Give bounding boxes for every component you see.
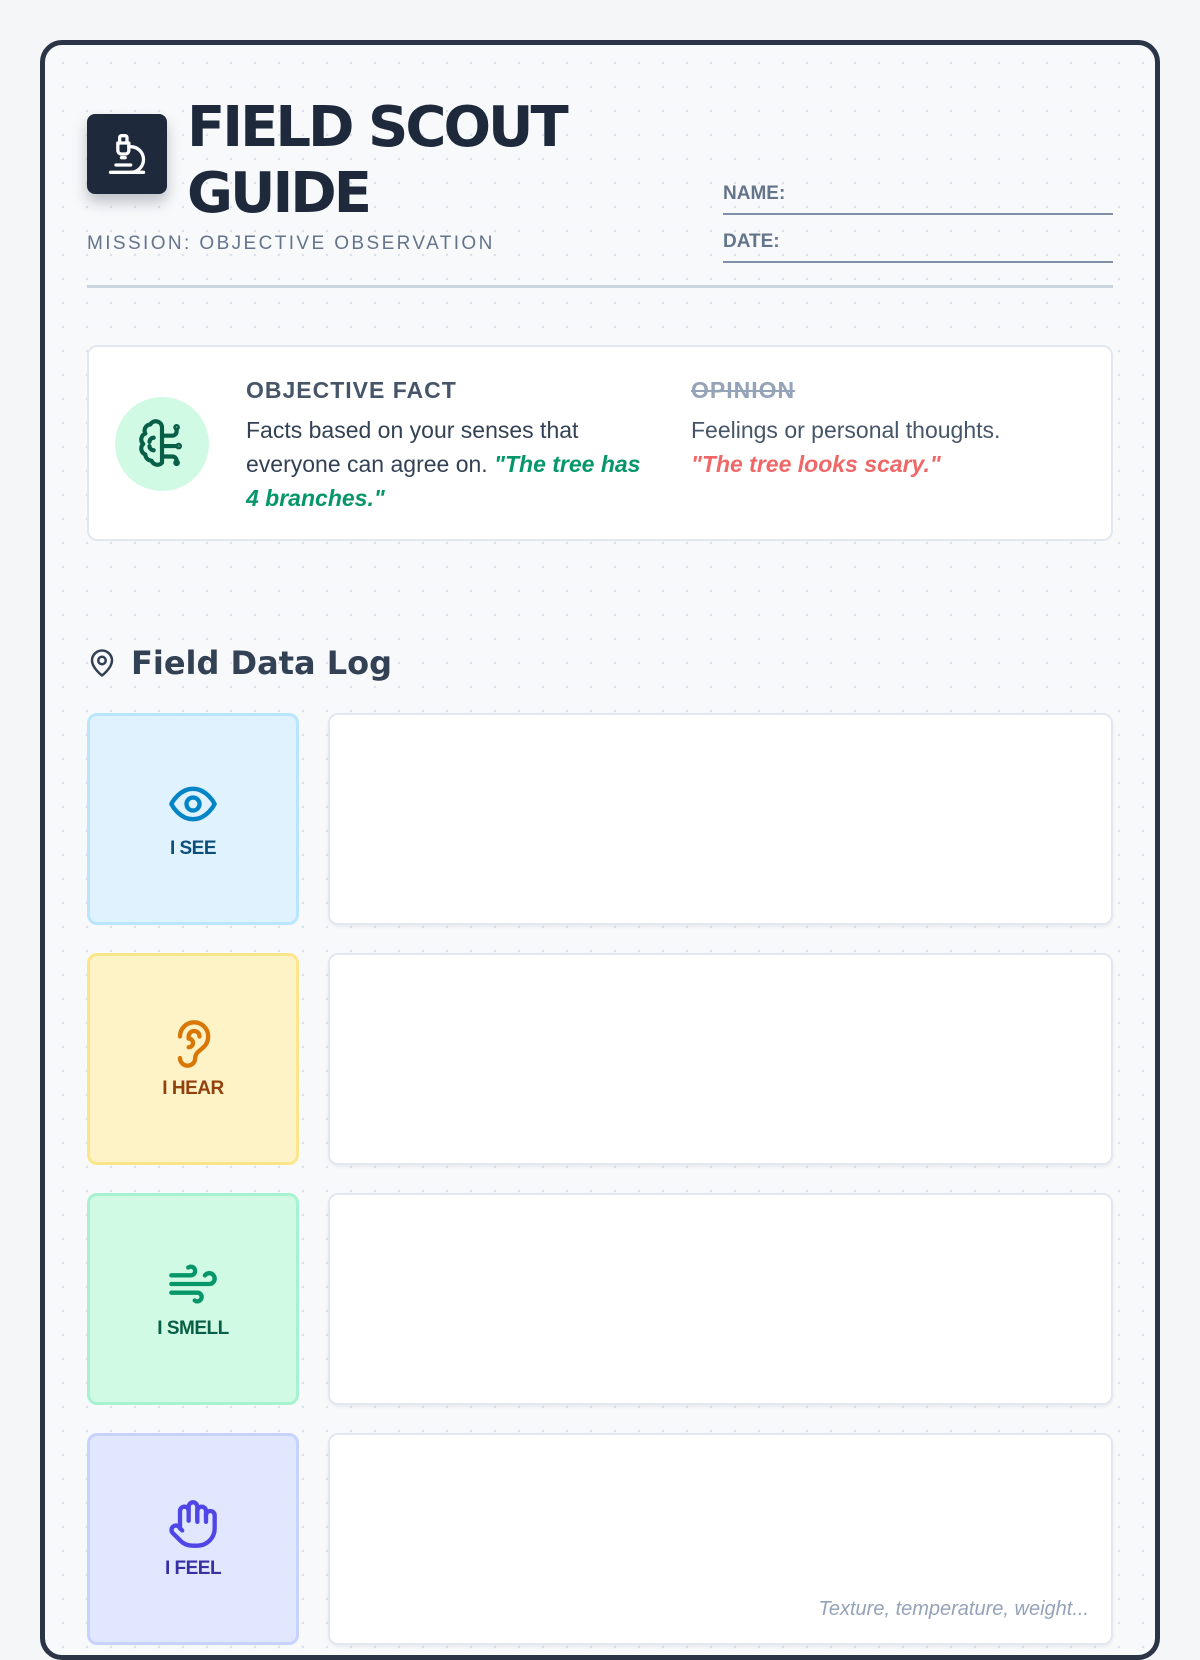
sense-label-feel: I FEEL — [164, 1558, 222, 1579]
sense-label-see: I SEE — [169, 838, 217, 859]
opinion-description: Feelings or personal thoughts. "The tree … — [691, 413, 1091, 481]
log-row-hear: I HEAR — [87, 953, 1113, 1165]
sense-card-feel: I FEEL — [87, 1433, 299, 1645]
sense-label-hear: I HEAR — [162, 1078, 224, 1099]
log-row-smell: I SMELL — [87, 1193, 1113, 1405]
answer-hint-feel: Texture, temperature, weight... — [818, 1598, 1089, 1620]
answer-box-feel[interactable]: Texture, temperature, weight... — [328, 1433, 1113, 1645]
name-field[interactable]: NAME: — [723, 175, 1113, 215]
header-divider — [87, 285, 1113, 288]
wind-icon — [169, 1264, 217, 1304]
hand-icon — [169, 1500, 217, 1548]
fact-heading: OBJECTIVE FACT — [246, 377, 457, 403]
mission-subtitle: MISSION: OBJECTIVE OBSERVATION — [87, 233, 495, 254]
map-pin-icon — [90, 649, 114, 677]
microscope-icon — [108, 134, 146, 174]
fact-description: Facts based on your senses that everyone… — [246, 413, 646, 515]
log-title: Field Data Log — [131, 644, 393, 682]
eye-icon — [169, 786, 217, 822]
date-field[interactable]: DATE: — [723, 223, 1113, 263]
answer-box-smell[interactable] — [328, 1193, 1113, 1405]
log-section-header: Field Data Log — [87, 643, 392, 683]
sense-card-see: I SEE — [87, 713, 299, 925]
sense-label-smell: I SMELL — [157, 1318, 229, 1339]
opinion-text: Feelings or personal thoughts. — [691, 417, 1001, 443]
sense-card-hear: I HEAR — [87, 953, 299, 1165]
date-label: DATE: — [723, 231, 780, 252]
answer-box-see[interactable] — [328, 713, 1113, 925]
page-title: FIELD SCOUT GUIDE — [187, 95, 569, 226]
sense-card-smell: I SMELL — [87, 1193, 299, 1405]
ear-icon — [177, 1020, 211, 1068]
brain-icon — [139, 419, 182, 467]
brain-badge — [115, 397, 209, 491]
opinion-example: "The tree looks scary." — [691, 451, 941, 477]
worksheet-card: FIELD SCOUT GUIDE MISSION: OBJECTIVE OBS… — [40, 40, 1160, 1660]
logo — [87, 114, 167, 194]
log-row-feel: I FEEL Texture, temperature, weight... — [87, 1433, 1113, 1645]
log-row-see: I SEE — [87, 713, 1113, 925]
name-label: NAME: — [723, 183, 786, 204]
opinion-heading: OPINION — [691, 377, 796, 403]
answer-box-hear[interactable] — [328, 953, 1113, 1165]
fact-opinion-box: OBJECTIVE FACT Facts based on your sense… — [87, 345, 1113, 541]
